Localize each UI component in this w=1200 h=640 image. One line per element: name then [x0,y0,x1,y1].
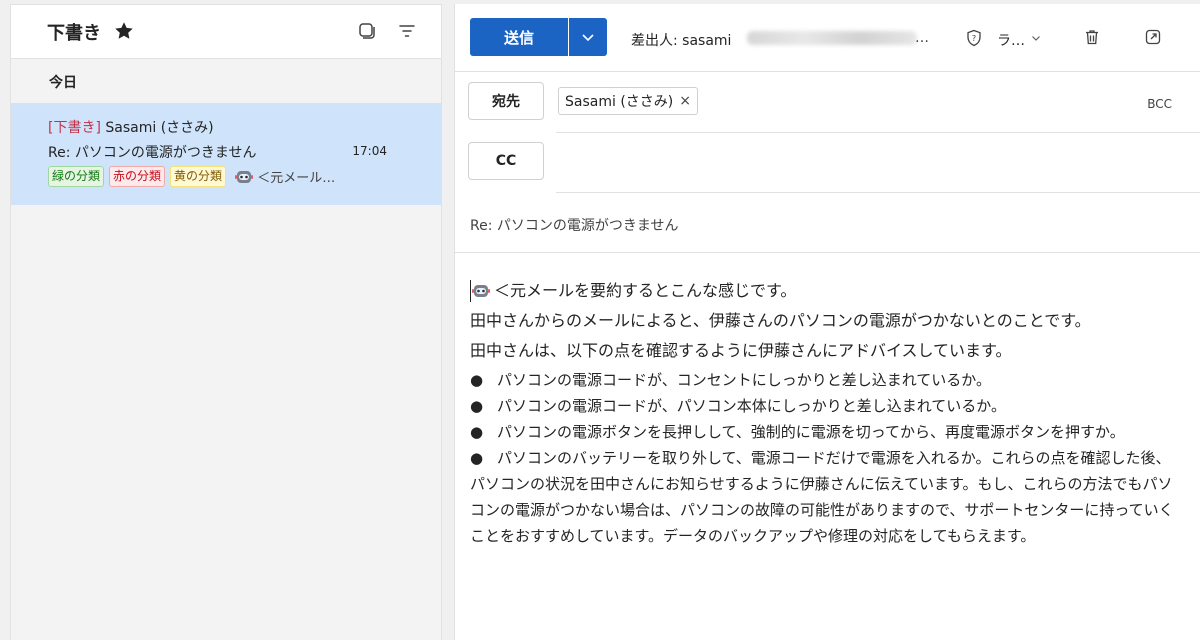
robot-icon [472,285,490,297]
sensitivity-label[interactable]: ラ… [997,30,1025,50]
subject-field[interactable]: Re: パソコンの電源がつきません [470,215,678,235]
message-list-header: 下書き [11,5,441,59]
body-bullet-item: ● パソコンのバッテリーを取り外して、電源コードだけで電源を入れるか。これらの点を… [470,445,1185,549]
trash-icon[interactable] [1083,28,1101,46]
body-bullet-item: ● パソコンの電源コードが、コンセントにしっかりと差し込まれているか。 [470,367,1185,393]
compose-toolbar: 送信 差出人: sasami … ? ラ… [455,4,1200,72]
compose-pane: 送信 差出人: sasami … ? ラ… 宛先 Sasami (ささみ) × … [454,4,1200,640]
pop-out-icon[interactable] [1144,28,1162,46]
remove-recipient-icon[interactable]: × [679,93,691,109]
recipient-name: Sasami (ささみ) [565,94,674,110]
category-green: 緑の分類 [48,166,105,187]
to-divider [556,132,1200,133]
select-mode-icon[interactable] [357,21,377,41]
bullet-icon: ● [470,397,484,415]
body-bullet-item: ● パソコンの電源ボタンを長押しして、強制的に電源を切ってから、再度電源ボタンを押… [470,419,1185,445]
to-button[interactable]: 宛先 [468,82,544,120]
body-bullet-list: ● パソコンの電源コードが、コンセントにしっかりと差し込まれているか。 ● パソコン… [470,367,1185,549]
recipient-chip[interactable]: Sasami (ささみ) × [558,87,698,115]
send-options-button[interactable] [569,18,607,56]
draft-tag: [下書き] [48,120,101,136]
from-field[interactable]: 差出人: sasami [631,30,731,50]
message-body[interactable]: ＜元メールを要約するとこんな感じです。 田中さんからのメールによると、伊藤さんの… [470,276,1185,549]
subject-divider [455,252,1200,253]
message-list-pane: 下書き 今日 [下書き] Sasami (ささみ) Re: パソコンの電源がつき… [10,4,442,640]
from-ellipsis: … [915,30,929,46]
mail-item-preview: ＜元メール… [235,167,335,186]
filter-icon[interactable] [397,21,417,41]
text-cursor [470,280,471,302]
chevron-down-icon[interactable] [1030,32,1042,44]
mail-item-preview-text: ＜元メール… [257,171,336,186]
send-button[interactable]: 送信 [470,18,568,56]
bullet-icon: ● [470,371,484,389]
date-group-label: 今日 [49,75,77,91]
mail-list-item[interactable]: [下書き] Sasami (ささみ) Re: パソコンの電源がつきません 17:… [11,103,441,205]
bcc-button[interactable]: BCC [1147,97,1172,111]
mail-item-categories: 緑の分類 赤の分類 黄の分類 ＜元メール… [48,166,335,187]
cc-divider [556,192,1200,193]
body-line-1: ＜元メールを要約するとこんな感じです。 [470,276,1185,306]
bullet-icon: ● [470,449,484,467]
category-red: 赤の分類 [109,166,166,187]
mail-item-subject: Re: パソコンの電源がつきません [48,145,257,161]
cc-button[interactable]: CC [468,142,544,180]
mail-item-time: 17:04 [352,144,387,158]
chevron-down-icon [582,34,594,42]
bullet-icon: ● [470,423,484,441]
from-address-redacted [747,31,917,45]
robot-icon [235,171,254,183]
mail-item-header: [下書き] Sasami (ささみ) [48,117,214,137]
body-bullet-item: ● パソコンの電源コードが、パソコン本体にしっかりと差し込まれているか。 [470,393,1185,419]
body-line-3: 田中さんは、以下の点を確認するように伊藤さんにアドバイスしています。 [470,341,1012,360]
favorite-star-icon[interactable] [113,20,135,42]
category-yellow: 黄の分類 [170,166,227,187]
body-line-2: 田中さんからのメールによると、伊藤さんのパソコンの電源がつかないとのことです。 [470,311,1091,330]
folder-title: 下書き [47,23,101,44]
mail-item-sender: Sasami (ささみ) [105,120,214,136]
svg-text:?: ? [972,34,976,43]
shield-icon[interactable]: ? [965,29,983,47]
body-line-1-text: ＜元メールを要約するとこんな感じです。 [494,281,797,300]
